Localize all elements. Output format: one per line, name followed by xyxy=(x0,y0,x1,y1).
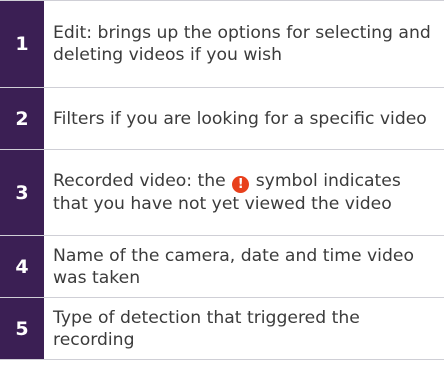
row-number: 2 xyxy=(0,87,44,150)
description-text-before: Recorded video: the xyxy=(53,171,226,191)
row-description: Name of the camera, date and time video … xyxy=(44,235,444,298)
legend-row-5: 5 Type of detection that triggered the r… xyxy=(0,297,444,360)
legend-row-2: 2 Filters if you are looking for a speci… xyxy=(0,87,444,150)
legend-row-4: 4 Name of the camera, date and time vide… xyxy=(0,235,444,298)
row-number: 3 xyxy=(0,149,44,236)
row-description: Type of detection that triggered the rec… xyxy=(44,297,444,360)
legend-row-3: 3 Recorded video: the ! symbol indicates… xyxy=(0,149,444,236)
legend-table: 1 Edit: brings up the options for select… xyxy=(0,0,444,360)
alert-icon: ! xyxy=(232,176,250,193)
legend-row-1: 1 Edit: brings up the options for select… xyxy=(0,0,444,88)
row-number: 4 xyxy=(0,235,44,298)
row-description: Edit: brings up the options for selectin… xyxy=(44,0,444,88)
row-number: 5 xyxy=(0,297,44,360)
row-description: Filters if you are looking for a specifi… xyxy=(44,87,444,150)
row-description: Recorded video: the ! symbol indicates t… xyxy=(44,149,444,236)
row-number: 1 xyxy=(0,0,44,88)
